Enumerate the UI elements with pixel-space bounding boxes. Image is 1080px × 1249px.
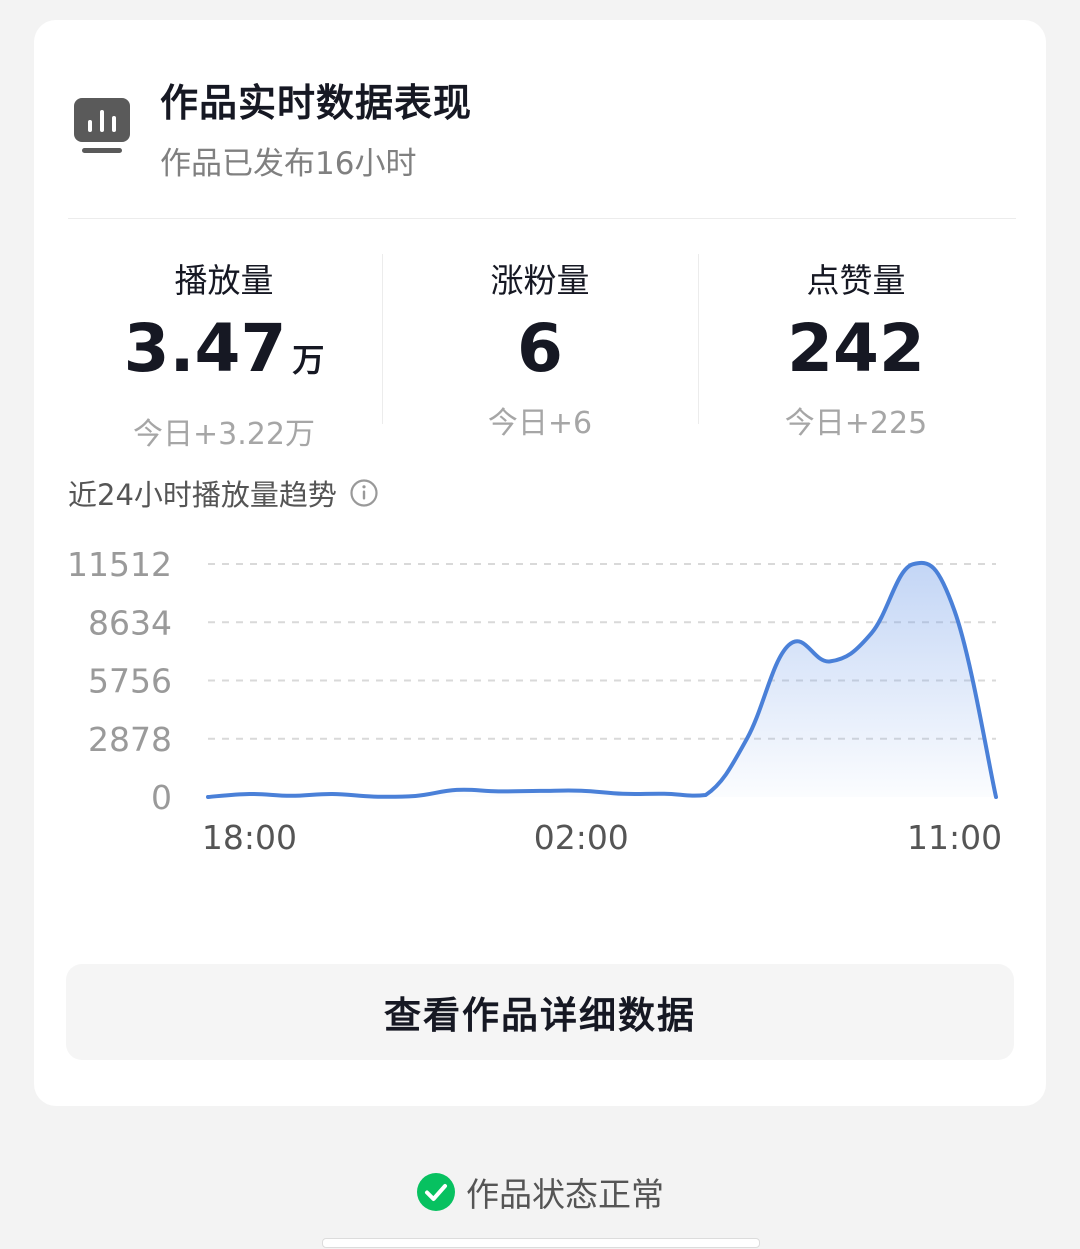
stat-delta: 今日+225 xyxy=(784,406,928,441)
stat-delta: 今日+6 xyxy=(487,406,593,441)
bar-chart-icon xyxy=(74,98,130,153)
stat-delta: 今日+3.22万 xyxy=(133,417,315,452)
check-circle-icon xyxy=(417,1173,455,1211)
stats-row: 播放量 3.47 万 今日+3.22万 涨粉量 6 今日+6 点赞量 242 今日… xyxy=(66,254,1014,454)
x-tick-label: 18:00 xyxy=(202,818,297,857)
stat-likes[interactable]: 点赞量 242 今日+225 xyxy=(698,254,1014,454)
home-indicator[interactable] xyxy=(322,1238,760,1248)
work-status: 作品状态正常 xyxy=(0,1168,1080,1216)
stat-unit: 万 xyxy=(292,341,325,379)
status-text: 作品状态正常 xyxy=(466,1175,664,1214)
stat-label: 点赞量 xyxy=(806,261,906,300)
stat-plays[interactable]: 播放量 3.47 万 今日+3.22万 xyxy=(66,254,382,454)
y-tick-label: 0 xyxy=(151,778,172,817)
stat-label: 涨粉量 xyxy=(490,261,590,300)
stat-label: 播放量 xyxy=(174,261,274,300)
y-tick-label: 2878 xyxy=(88,720,172,759)
stat-value: 3.47 万 xyxy=(123,310,325,387)
x-tick-label: 11:00 xyxy=(907,818,1002,857)
x-tick-label: 02:00 xyxy=(534,818,629,857)
y-tick-label: 8634 xyxy=(88,603,172,642)
data-card: 作品实时数据表现 作品已发布16小时 播放量 3.47 万 今日+3.22万 涨粉… xyxy=(34,20,1046,1106)
divider xyxy=(68,218,1016,219)
y-tick-label: 5756 xyxy=(88,662,172,701)
page-title: 作品实时数据表现 xyxy=(160,81,473,125)
trend-title: 近24小时播放量趋势 xyxy=(68,472,379,514)
publish-time: 作品已发布16小时 xyxy=(160,146,417,182)
stat-followers[interactable]: 涨粉量 6 今日+6 xyxy=(382,254,698,454)
stat-value: 242 xyxy=(787,310,925,387)
y-tick-label: 11512 xyxy=(67,545,172,584)
info-icon[interactable] xyxy=(349,478,379,508)
view-details-button[interactable]: 查看作品详细数据 xyxy=(66,964,1014,1060)
stat-value: 6 xyxy=(517,310,563,387)
trend-chart: 0 2878 5756 8634 11512 18:00 02:00 11:00 xyxy=(67,545,1002,857)
